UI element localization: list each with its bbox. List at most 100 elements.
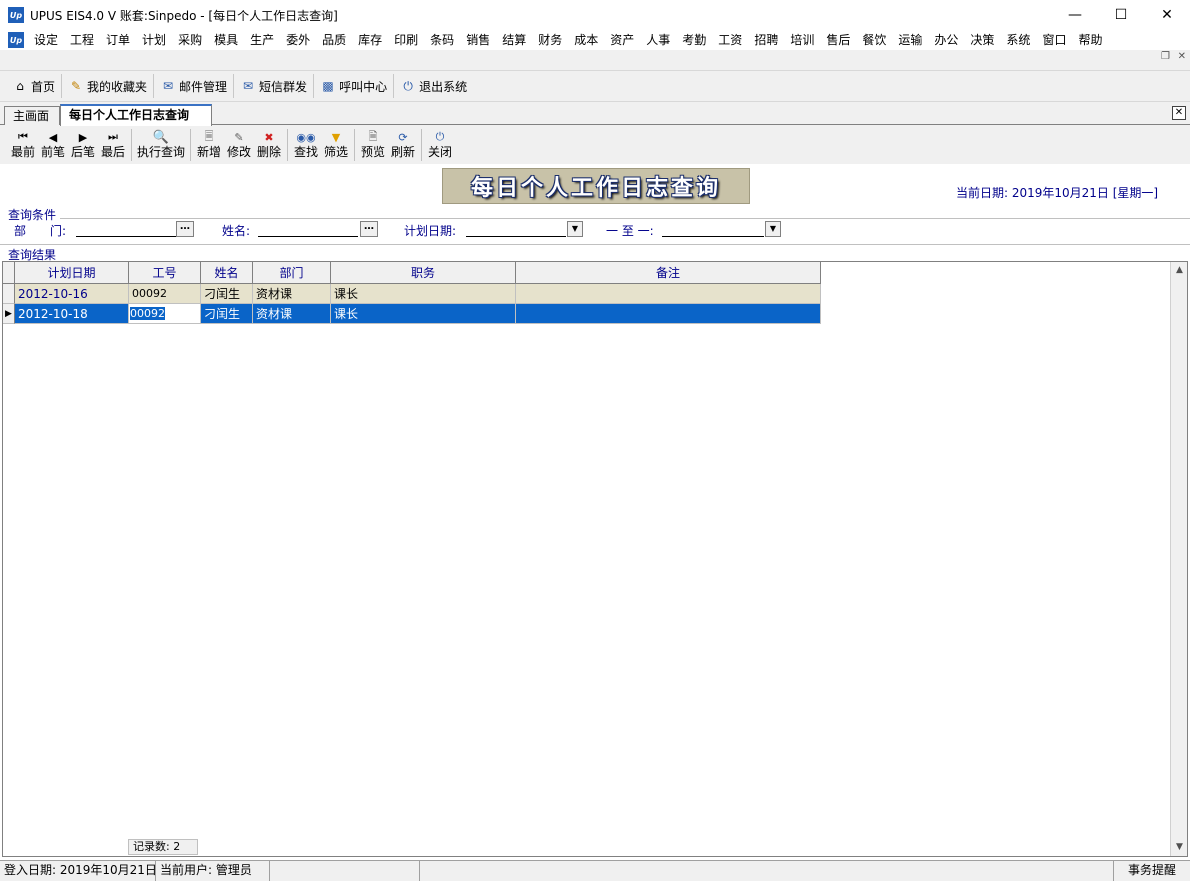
menu-item[interactable]: 餐饮 [856, 30, 892, 50]
prev-icon: ◀ [48, 130, 58, 144]
header-dept[interactable]: 部门 [253, 262, 331, 284]
table-row[interactable]: 2012-10-16 00092 刁闰生 资材课 课长 [3, 284, 821, 304]
preview-icon: 🗎 [368, 129, 378, 143]
delete-button[interactable]: ✖ 删除 [254, 126, 284, 160]
tab-daily-log-query[interactable]: 每日个人工作日志查询 [60, 104, 212, 126]
maximize-button[interactable]: ☐ [1098, 0, 1144, 30]
menu-item[interactable]: 结算 [496, 30, 532, 50]
status-reminder[interactable]: 事务提醒 [1114, 861, 1190, 881]
new-button[interactable]: 🗏 新增 [194, 126, 224, 160]
menu-item[interactable]: 委外 [280, 30, 316, 50]
refresh-button[interactable]: ⟳ 刷新 [388, 126, 418, 160]
next-icon: ▶ [78, 130, 88, 144]
execute-query-label: 执行查询 [137, 145, 186, 159]
header-emp-id[interactable]: 工号 [129, 262, 201, 284]
cell-name[interactable]: 刁闰生 [201, 284, 253, 304]
dept-input[interactable] [76, 221, 176, 237]
cell-plan-date[interactable]: 2012-10-18 [15, 304, 129, 324]
menu-item[interactable]: 决策 [964, 30, 1000, 50]
menu-item[interactable]: 售后 [820, 30, 856, 50]
menu-item[interactable]: 销售 [460, 30, 496, 50]
cell-remarks[interactable] [516, 284, 821, 304]
cell-name[interactable]: 刁闰生 [201, 304, 253, 324]
cell-plan-date[interactable]: 2012-10-16 [15, 284, 129, 304]
menu-item[interactable]: 办公 [928, 30, 964, 50]
filter-button[interactable]: ▼ 筛选 [321, 126, 351, 160]
plan-date-to-input[interactable] [662, 221, 764, 237]
menu-item[interactable]: 成本 [568, 30, 604, 50]
find-button[interactable]: ◉◉ 查找 [291, 126, 321, 160]
scroll-down-icon[interactable]: ▼ [1171, 839, 1188, 856]
menu-item[interactable]: 考勤 [676, 30, 712, 50]
first-record-button[interactable]: ⏮ 最前 [8, 126, 38, 160]
header-indicator [3, 262, 15, 284]
cell-emp-id-editing[interactable]: 00092 [129, 304, 201, 324]
menu-item[interactable]: 订单 [100, 30, 136, 50]
header-plan-date[interactable]: 计划日期 [15, 262, 129, 284]
close-button[interactable]: ⏻ 关闭 [425, 126, 455, 160]
last-record-button[interactable]: ⏭ 最后 [98, 126, 128, 160]
table-row-selected[interactable]: ▶ 2012-10-18 00092 刁闰生 资材课 课长 [3, 304, 821, 324]
header-name[interactable]: 姓名 [201, 262, 253, 284]
menu-item[interactable]: 招聘 [748, 30, 784, 50]
quick-favorites-button[interactable]: ✎ 我的收藏夹 [62, 74, 155, 98]
menu-item[interactable]: 品质 [316, 30, 352, 50]
name-input[interactable] [258, 221, 358, 237]
header-position[interactable]: 职务 [331, 262, 516, 284]
tab-main[interactable]: 主画面 [4, 106, 60, 125]
prev-record-button[interactable]: ◀ 前笔 [38, 126, 68, 160]
quick-exit-button[interactable]: ⏻ 退出系统 [394, 74, 473, 98]
menu-item[interactable]: 模具 [208, 30, 244, 50]
close-tab-button[interactable]: ✕ [1172, 106, 1186, 120]
menu-item[interactable]: 资产 [604, 30, 640, 50]
plan-date-from-dropdown[interactable]: ▼ [567, 221, 583, 237]
grid-header: 计划日期 工号 姓名 部门 职务 备注 [3, 262, 821, 284]
plan-date-from-input[interactable] [466, 221, 566, 237]
close-window-button[interactable]: ✕ [1144, 0, 1190, 30]
plan-date-to-dropdown[interactable]: ▼ [765, 221, 781, 237]
menu-item[interactable]: 财务 [532, 30, 568, 50]
menu-item[interactable]: 帮助 [1072, 30, 1108, 50]
cell-dept[interactable]: 资材课 [253, 304, 331, 324]
menu-item[interactable]: 工资 [712, 30, 748, 50]
menu-item[interactable]: 工程 [64, 30, 100, 50]
next-record-button[interactable]: ▶ 后笔 [68, 126, 98, 160]
cell-position[interactable]: 课长 [331, 304, 516, 324]
name-lookup-button[interactable]: … [360, 221, 378, 237]
execute-query-button[interactable]: 🔍 执行查询 [135, 126, 187, 160]
new-label: 新增 [197, 145, 222, 159]
results-grid[interactable]: 计划日期 工号 姓名 部门 职务 备注 2012-10-16 00092 刁闰生… [2, 261, 1188, 857]
menu-item[interactable]: 计划 [136, 30, 172, 50]
cell-dept[interactable]: 资材课 [253, 284, 331, 304]
mdi-close-button[interactable]: ✕ [1178, 51, 1186, 62]
menu-item[interactable]: 条码 [424, 30, 460, 50]
minimize-button[interactable]: — [1052, 0, 1098, 30]
cell-remarks[interactable] [516, 304, 821, 324]
mdi-app-icon[interactable]: Up [8, 32, 24, 48]
menu-item[interactable]: 培训 [784, 30, 820, 50]
quick-sms-button[interactable]: ✉ 短信群发 [234, 74, 315, 98]
menu-item[interactable]: 设定 [28, 30, 64, 50]
vertical-scrollbar[interactable]: ▲ ▼ [1170, 262, 1187, 856]
quick-home-button[interactable]: ⌂ 首页 [6, 74, 63, 98]
edit-button[interactable]: ✎ 修改 [224, 126, 254, 160]
menu-item[interactable]: 印刷 [388, 30, 424, 50]
menu-item[interactable]: 运输 [892, 30, 928, 50]
menu-item[interactable]: 窗口 [1036, 30, 1072, 50]
menu-item[interactable]: 系统 [1000, 30, 1036, 50]
menu-item[interactable]: 库存 [352, 30, 388, 50]
menu-item[interactable]: 人事 [640, 30, 676, 50]
app-logo-icon: Up [8, 7, 24, 23]
header-remarks[interactable]: 备注 [516, 262, 821, 284]
preview-button[interactable]: 🗎 预览 [358, 126, 388, 160]
cell-emp-id[interactable]: 00092 [129, 284, 201, 304]
quick-call-center-button[interactable]: ▩ 呼叫中心 [314, 74, 395, 98]
quick-mail-button[interactable]: ✉ 邮件管理 [154, 74, 235, 98]
filter-icon: ▼ [331, 130, 341, 144]
mdi-restore-button[interactable]: ❐ [1161, 51, 1170, 62]
dept-lookup-button[interactable]: … [176, 221, 194, 237]
menu-item[interactable]: 采购 [172, 30, 208, 50]
scroll-up-icon[interactable]: ▲ [1171, 262, 1188, 279]
cell-position[interactable]: 课长 [331, 284, 516, 304]
menu-item[interactable]: 生产 [244, 30, 280, 50]
